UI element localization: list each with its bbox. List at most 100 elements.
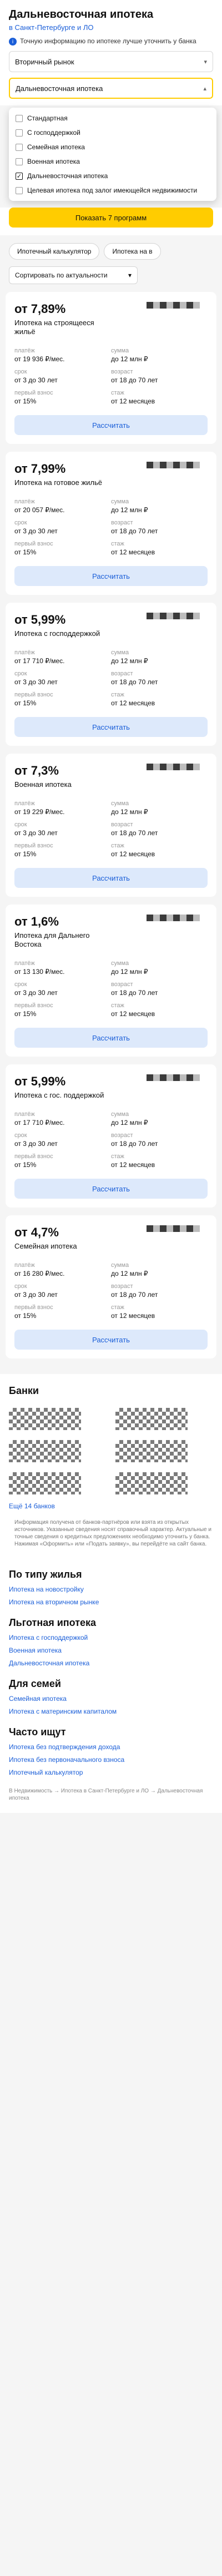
offer-card[interactable]: от 7,89% Ипотека на строящееся жильё пла… xyxy=(6,292,216,444)
sort-select[interactable]: Сортировать по актуальности ▾ xyxy=(9,266,138,284)
field-value: до 12 млн ₽ xyxy=(111,808,148,816)
field-label: первый взнос xyxy=(14,1304,53,1311)
dropdown-option[interactable]: С господдержкой xyxy=(13,125,212,140)
section-link[interactable]: Ипотека с материнским капиталом xyxy=(9,1708,213,1715)
calculate-button[interactable]: Рассчитать xyxy=(14,415,208,435)
field-label: возраст xyxy=(111,670,133,677)
field-label: платёж xyxy=(14,1262,35,1269)
show-programs-button[interactable]: Показать 7 программ xyxy=(9,208,213,228)
field-value: от 16 280 ₽/мес. xyxy=(14,1270,65,1277)
field-label: первый взнос xyxy=(14,390,53,396)
field-label: стаж xyxy=(111,691,124,698)
region-link[interactable]: в Санкт-Петербурге и ЛО xyxy=(9,23,213,32)
field-value: от 20 057 ₽/мес. xyxy=(14,506,65,514)
offer-rate: от 7,99% xyxy=(14,462,66,476)
field-value: от 18 до 70 лет xyxy=(111,678,158,686)
field-label: первый взнос xyxy=(14,1002,53,1009)
bank-logo[interactable] xyxy=(9,1472,81,1494)
more-banks-link[interactable]: Ещё 14 банков xyxy=(9,1502,213,1510)
field-value: до 12 млн ₽ xyxy=(111,1270,148,1277)
offer-card[interactable]: от 7,99% Ипотека на готовое жильё платёж… xyxy=(6,452,216,595)
field-label: первый взнос xyxy=(14,842,53,849)
field-label: срок xyxy=(14,1132,27,1139)
checkbox[interactable] xyxy=(16,158,23,165)
section-link[interactable]: Ипотека без подтверждения дохода xyxy=(9,1743,213,1751)
field-value: от 18 до 70 лет xyxy=(111,989,158,997)
offer-card[interactable]: от 7,3% Военная ипотека платёж от 19 229 … xyxy=(6,754,216,897)
offer-card[interactable]: от 5,99% Ипотека с господдержкой платёж о… xyxy=(6,603,216,746)
section-link[interactable]: Ипотека без первоначального взноса xyxy=(9,1756,213,1764)
offer-program: Ипотека на строящееся жильё xyxy=(14,319,94,336)
checkbox[interactable] xyxy=(16,129,23,137)
field-value: от 17 710 ₽/мес. xyxy=(14,1119,65,1127)
field-value: от 19 936 ₽/мес. xyxy=(14,355,65,363)
calculate-button[interactable]: Рассчитать xyxy=(14,868,208,888)
field-value: от 3 до 30 лет xyxy=(14,678,58,686)
offer-card[interactable]: от 4,7% Семейная ипотека платёж от 16 280… xyxy=(6,1215,216,1358)
calculate-button[interactable]: Рассчитать xyxy=(14,1028,208,1048)
offer-amount: сумма до 12 млн ₽ xyxy=(111,347,208,363)
bank-logo[interactable] xyxy=(115,1472,188,1494)
market-select[interactable]: Вторичный рынок ▾ xyxy=(9,51,213,72)
checkbox[interactable] xyxy=(16,115,23,122)
offer-first: первый взнос от 15% xyxy=(14,842,111,858)
offer-first: первый взнос от 15% xyxy=(14,1153,111,1169)
field-label: срок xyxy=(14,1283,27,1290)
program-select[interactable]: Дальневосточная ипотека ▴ xyxy=(9,78,213,99)
offer-card[interactable]: от 5,99% Ипотека с гос. поддержкой платё… xyxy=(6,1064,216,1208)
section-link[interactable]: Дальневосточная ипотека xyxy=(9,1659,213,1667)
field-label: платёж xyxy=(14,1111,35,1118)
field-label: сумма xyxy=(111,498,129,505)
offer-tenure: стаж от 12 месяцев xyxy=(111,1304,208,1320)
option-label: Целевая ипотека под залог имеющейся недв… xyxy=(27,186,198,194)
calculate-button[interactable]: Рассчитать xyxy=(14,1179,208,1199)
section-link[interactable]: Ипотечный калькулятор xyxy=(9,1769,213,1776)
dropdown-option[interactable]: Целевая ипотека под залог имеющейся недв… xyxy=(13,183,212,198)
offer-rate: от 5,99% xyxy=(14,613,66,627)
offer-card[interactable]: от 1,6% Ипотека для Дальнего Востока пла… xyxy=(6,905,216,1057)
bank-logo[interactable] xyxy=(115,1440,188,1462)
field-label: первый взнос xyxy=(14,541,53,547)
disclaimer: Информация получена от банков-партнёров … xyxy=(14,1519,211,1547)
offer-term: срок от 3 до 30 лет xyxy=(14,519,111,535)
offer-program: Ипотека для Дальнего Востока xyxy=(14,931,90,948)
field-label: первый взнос xyxy=(14,691,53,698)
section-link[interactable]: Ипотека на вторичном рынке xyxy=(9,1598,213,1606)
dropdown-option[interactable]: Стандартная xyxy=(13,111,212,125)
section-link[interactable]: Ипотека на новостройку xyxy=(9,1585,213,1593)
field-label: возраст xyxy=(111,981,133,988)
calculate-button[interactable]: Рассчитать xyxy=(14,566,208,586)
checkbox[interactable] xyxy=(16,144,23,151)
dropdown-option[interactable]: Семейная ипотека xyxy=(13,140,212,154)
bank-logo[interactable] xyxy=(9,1440,81,1462)
field-label: возраст xyxy=(111,1132,133,1139)
bank-logo[interactable] xyxy=(9,1408,81,1430)
banks-section: Банки Ещё 14 банков Информация получена … xyxy=(0,1374,222,1558)
section-link[interactable]: Ипотека с господдержкой xyxy=(9,1634,213,1641)
section-link[interactable]: Военная ипотека xyxy=(9,1646,213,1654)
checkmark-icon[interactable]: ✓ xyxy=(16,173,23,180)
field-value: от 3 до 30 лет xyxy=(14,527,58,535)
checkbox[interactable] xyxy=(16,187,23,194)
section-title: Для семей xyxy=(9,1678,61,1689)
tab-secondary[interactable]: Ипотека на в xyxy=(104,243,161,260)
page-title: Дальневосточная ипотека xyxy=(9,8,154,21)
offer-amount: сумма до 12 млн ₽ xyxy=(111,1262,208,1277)
chevron-down-icon: ▾ xyxy=(128,271,132,279)
field-label: сумма xyxy=(111,800,129,807)
offer-tenure: стаж от 12 месяцев xyxy=(111,541,208,556)
tab-calculator[interactable]: Ипотечный калькулятор xyxy=(9,243,100,260)
banks-grid xyxy=(9,1408,213,1494)
bank-logo[interactable] xyxy=(115,1408,188,1430)
dropdown-option[interactable]: ✓ Дальневосточная ипотека xyxy=(13,169,212,183)
bank-logo xyxy=(147,915,208,927)
dropdown-option[interactable]: Военная ипотека xyxy=(13,154,212,169)
market-select-value: Вторичный рынок xyxy=(15,57,74,66)
field-value: от 15% xyxy=(14,548,37,556)
field-label: возраст xyxy=(111,1283,133,1290)
hint: i Точную информацию по ипотеке лучше уто… xyxy=(9,37,213,46)
calculate-button[interactable]: Рассчитать xyxy=(14,717,208,737)
offer-term: срок от 3 до 30 лет xyxy=(14,821,111,837)
section-link[interactable]: Семейная ипотека xyxy=(9,1695,213,1703)
calculate-button[interactable]: Рассчитать xyxy=(14,1330,208,1350)
